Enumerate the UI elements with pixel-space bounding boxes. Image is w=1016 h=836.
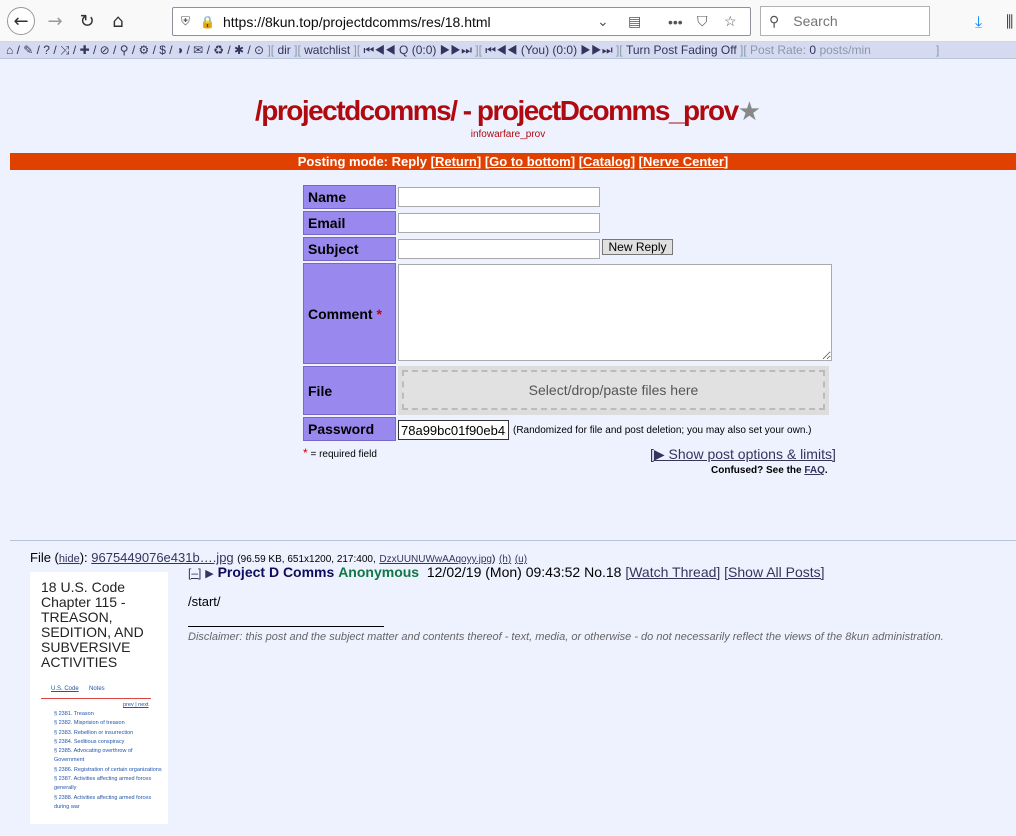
- board-title: /projectdcomms/ - projectDcomms_prov: [254, 95, 739, 126]
- collapse-post-button[interactable]: [–]: [188, 566, 201, 580]
- post-rate-label: Post Rate:: [750, 43, 807, 57]
- subject-label: Subject: [303, 237, 396, 261]
- name-label: Name: [303, 185, 396, 209]
- posting-mode-bar: Posting mode: Reply [Return] [Go to bott…: [10, 153, 1016, 170]
- board-subtitle: infowarfare_prov: [470, 129, 546, 140]
- required-field-note: * = required field: [303, 446, 377, 460]
- thumbnail-list-item: § 2381. Treason: [54, 711, 94, 717]
- more-icon[interactable]: •••: [668, 14, 683, 30]
- nerve-center-link[interactable]: Nerve Center: [643, 154, 724, 169]
- back-button[interactable]: ←: [7, 7, 35, 35]
- faq-link[interactable]: FAQ: [804, 465, 825, 476]
- thumbnail-title: 18 U.S. Code Chapter 115 - TREASON, SEDI…: [41, 579, 144, 670]
- post-body: /start/: [188, 594, 221, 609]
- file-drop-zone[interactable]: Select/drop/paste files here: [402, 370, 825, 410]
- home-button[interactable]: ⌂: [104, 7, 132, 35]
- name-field[interactable]: [398, 187, 600, 207]
- password-note: (Randomized for file and post deletion; …: [513, 425, 812, 436]
- board-banner: /projectdcomms/ - projectDcomms_prov★ in…: [0, 95, 1016, 140]
- you-nav[interactable]: ⏮◀◀ (You) (0:0) ▶▶⏭: [485, 43, 612, 58]
- post-header: [–] ▶ Project D Comms Anonymous 12/02/19…: [188, 564, 825, 580]
- post-date: 12/02/19 (Mon) 09:43:52: [426, 564, 581, 580]
- post-rate-value: 0: [809, 43, 817, 57]
- comment-field[interactable]: [398, 264, 832, 361]
- play-icon[interactable]: ▶: [205, 568, 213, 580]
- confused-text: Confused? See the: [711, 465, 802, 476]
- q-counts: Q (0:0): [399, 42, 437, 57]
- post-name: Anonymous: [338, 564, 420, 580]
- shield-icon: ⛨: [181, 14, 191, 28]
- divider: [10, 540, 1016, 541]
- watchlist-link[interactable]: watchlist: [304, 43, 350, 57]
- search-input[interactable]: ⚲ Search: [760, 6, 930, 36]
- new-reply-button[interactable]: New Reply: [602, 239, 673, 255]
- favorite-star-icon[interactable]: ★: [738, 97, 761, 127]
- bookmark-star-icon[interactable]: ☆: [724, 13, 737, 30]
- thumbnail-list: § 2381. Treason § 2382. Misprision of tr…: [54, 710, 164, 812]
- show-options-text: [▶ Show post options & limits]: [650, 446, 836, 462]
- post-disclaimer: Disclaimer: this post and the subject ma…: [188, 631, 944, 643]
- reader-view-icon[interactable]: ▤: [628, 13, 641, 30]
- required-mark: *: [376, 305, 382, 322]
- comment-label-text: Comment: [308, 305, 373, 322]
- you-counts: (You) (0:0): [520, 42, 578, 57]
- url-text: https://8kun.top/projectdcomms/res/18.ht…: [222, 13, 491, 30]
- board-nav-bar: ⌂ / ✎ / ? / ⤨ / ✚ / ⊘ / ⚲ / ⚙ / $ / ◑ / …: [0, 42, 1016, 59]
- comment-label: Comment *: [303, 263, 396, 364]
- lock-icon: 🔒: [200, 14, 215, 29]
- thumbnail-list-item: § 2386. Registration of certain organiza…: [54, 766, 162, 773]
- file-prefix: File (: [30, 550, 59, 565]
- post-subject: Project D Comms: [217, 564, 335, 580]
- show-all-posts-link[interactable]: [Show All Posts]: [724, 564, 824, 580]
- posting-mode-label: Posting mode: Reply: [297, 154, 428, 169]
- catalog-link[interactable]: Catalog: [583, 154, 631, 169]
- reload-button[interactable]: ↻: [73, 7, 101, 35]
- download-icon[interactable]: ⤓: [975, 12, 982, 32]
- post-rate-unit: posts/min: [819, 43, 871, 57]
- library-icon[interactable]: ⫼: [1006, 12, 1013, 32]
- thumbnail-list-item: § 2383. Rebellion or insurrection: [54, 729, 134, 736]
- email-label: Email: [303, 211, 396, 235]
- watch-thread-link[interactable]: [Watch Thread]: [625, 564, 720, 580]
- thumbnail-list-item: § 2388. Activities affecting armed force…: [54, 794, 152, 810]
- browser-toolbar: ← → ↻ ⌂ ⛨ 🔒 https://8kun.top/projectdcom…: [0, 0, 1016, 42]
- post-rule: [188, 626, 384, 627]
- hide-link[interactable]: hide: [59, 553, 80, 565]
- required-star: *: [303, 446, 308, 460]
- confused-note: Confused? See the FAQ.: [711, 465, 828, 476]
- show-post-options-link[interactable]: [▶ Show post options & limits]: [650, 446, 836, 463]
- go-bottom-link[interactable]: Go to bottom: [489, 154, 571, 169]
- chevron-down-icon[interactable]: ⌄: [597, 13, 609, 30]
- dir-link[interactable]: dir: [277, 43, 290, 57]
- email-field[interactable]: [398, 213, 600, 233]
- thumbnail-tab-code: U.S. Code: [51, 686, 79, 692]
- thumbnail-tab-notes: Notes: [89, 686, 105, 692]
- file-label: File: [303, 366, 396, 415]
- thumbnail-nav: prev | next: [123, 702, 149, 708]
- pocket-icon[interactable]: ⛉: [697, 13, 708, 30]
- file-info: File (hide): 9675449076e431b….jpg (96.59…: [30, 550, 528, 565]
- fade-toggle[interactable]: Turn Post Fading Off: [626, 43, 737, 57]
- thumbnail-list-item: § 2385. Advocating overthrow of Governme…: [54, 748, 133, 764]
- required-note-text: = required field: [310, 449, 377, 460]
- file-name-link[interactable]: 9675449076e431b….jpg: [91, 550, 233, 565]
- thumbnail-tabs: U.S. Code Notes: [41, 677, 151, 699]
- address-bar[interactable]: ⛨ 🔒 https://8kun.top/projectdcomms/res/1…: [172, 7, 751, 36]
- post-number[interactable]: No.18: [584, 564, 621, 580]
- thumbnail-list-item: § 2384. Seditious conspiracy: [54, 738, 125, 745]
- q-nav[interactable]: ⏮◀◀ Q (0:0) ▶▶⏭: [364, 43, 472, 58]
- thumbnail-list-item: § 2387. Activities affecting armed force…: [54, 776, 152, 792]
- search-placeholder: Search: [793, 13, 838, 29]
- post-thumbnail[interactable]: 18 U.S. Code Chapter 115 - TREASON, SEDI…: [30, 572, 168, 824]
- thumbnail-list-item: § 2382. Misprision of treason: [54, 720, 125, 727]
- search-icon: ⚲: [769, 12, 780, 29]
- password-label: Password: [303, 417, 396, 441]
- subject-field[interactable]: [398, 239, 600, 259]
- password-field[interactable]: [398, 420, 509, 440]
- return-link[interactable]: Return: [435, 154, 477, 169]
- forward-button[interactable]: →: [41, 7, 69, 35]
- board-icons[interactable]: ⌂ / ✎ / ? / ⤨ / ✚ / ⊘ / ⚲ / ⚙ / $ / ◑ / …: [6, 43, 264, 58]
